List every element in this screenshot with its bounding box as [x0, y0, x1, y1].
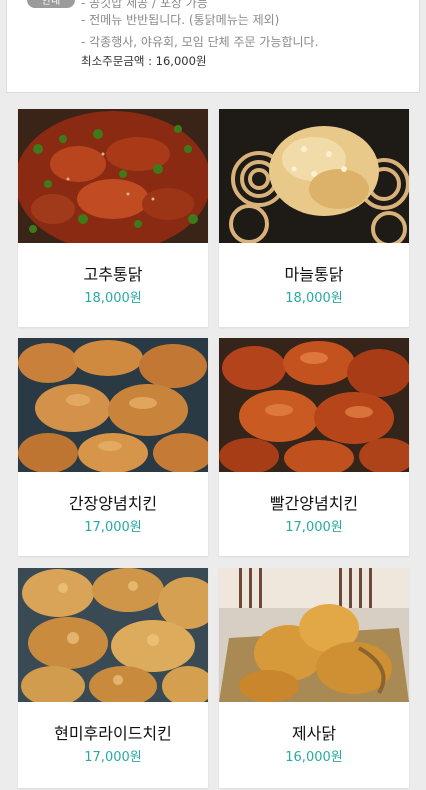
menu-price: 17,000원	[84, 750, 142, 765]
menu-name: 마늘통닭	[284, 265, 344, 284]
menu-card-maneul-tongdak[interactable]: 마늘통닭 18,000원	[219, 109, 409, 327]
soy-sauce-chicken-photo	[18, 338, 208, 472]
menu-price: 18,000원	[84, 291, 142, 306]
store-info-panel: 안내 - 공깃밥 제공 / 포장 가능 - 전메뉴 반반됩니다. (통닭메뉴는 …	[6, 0, 420, 93]
menu-name: 제사닭	[291, 724, 337, 743]
spicy-pepper-chicken-photo	[18, 109, 208, 243]
brown-rice-fried-chicken-photo	[18, 568, 208, 702]
menu-price: 18,000원	[285, 291, 343, 306]
ceremonial-chicken-photo	[219, 568, 409, 702]
menu-price: 17,000원	[285, 520, 343, 535]
menu-card-ppalgan-chicken[interactable]: 빨간양념치킨 17,000원	[219, 338, 409, 556]
menu-card-gochu-tongdak[interactable]: 고추통닭 18,000원	[18, 109, 208, 327]
menu-price: 17,000원	[84, 520, 142, 535]
menu-price: 16,000원	[285, 750, 343, 765]
menu-card-ganjang-chicken[interactable]: 간장양념치킨 17,000원	[18, 338, 208, 556]
menu-card-jesa-dak[interactable]: 제사닭 16,000원	[219, 568, 409, 788]
info-line-group-order: - 각종행사, 야유회, 모임 단체 주문 가능합니다.	[81, 35, 319, 49]
info-line-half-half: - 전메뉴 반반됩니다. (통닭메뉴는 제외)	[81, 13, 280, 27]
red-sauce-chicken-photo	[219, 338, 409, 472]
menu-name: 빨간양념치킨	[269, 494, 359, 513]
info-line-service: - 공깃밥 제공 / 포장 가능	[81, 0, 208, 10]
minimum-order-amount: 최소주문금액 : 16,000원	[81, 54, 207, 68]
menu-name: 고추통닭	[83, 265, 143, 284]
menu-card-hyeonmi-fried-chicken[interactable]: 현미후라이드치킨 17,000원	[18, 568, 208, 788]
garlic-chicken-photo	[219, 109, 409, 243]
menu-name: 현미후라이드치킨	[54, 724, 172, 743]
menu-name: 간장양념치킨	[68, 494, 158, 513]
info-badge: 안내	[27, 0, 75, 8]
